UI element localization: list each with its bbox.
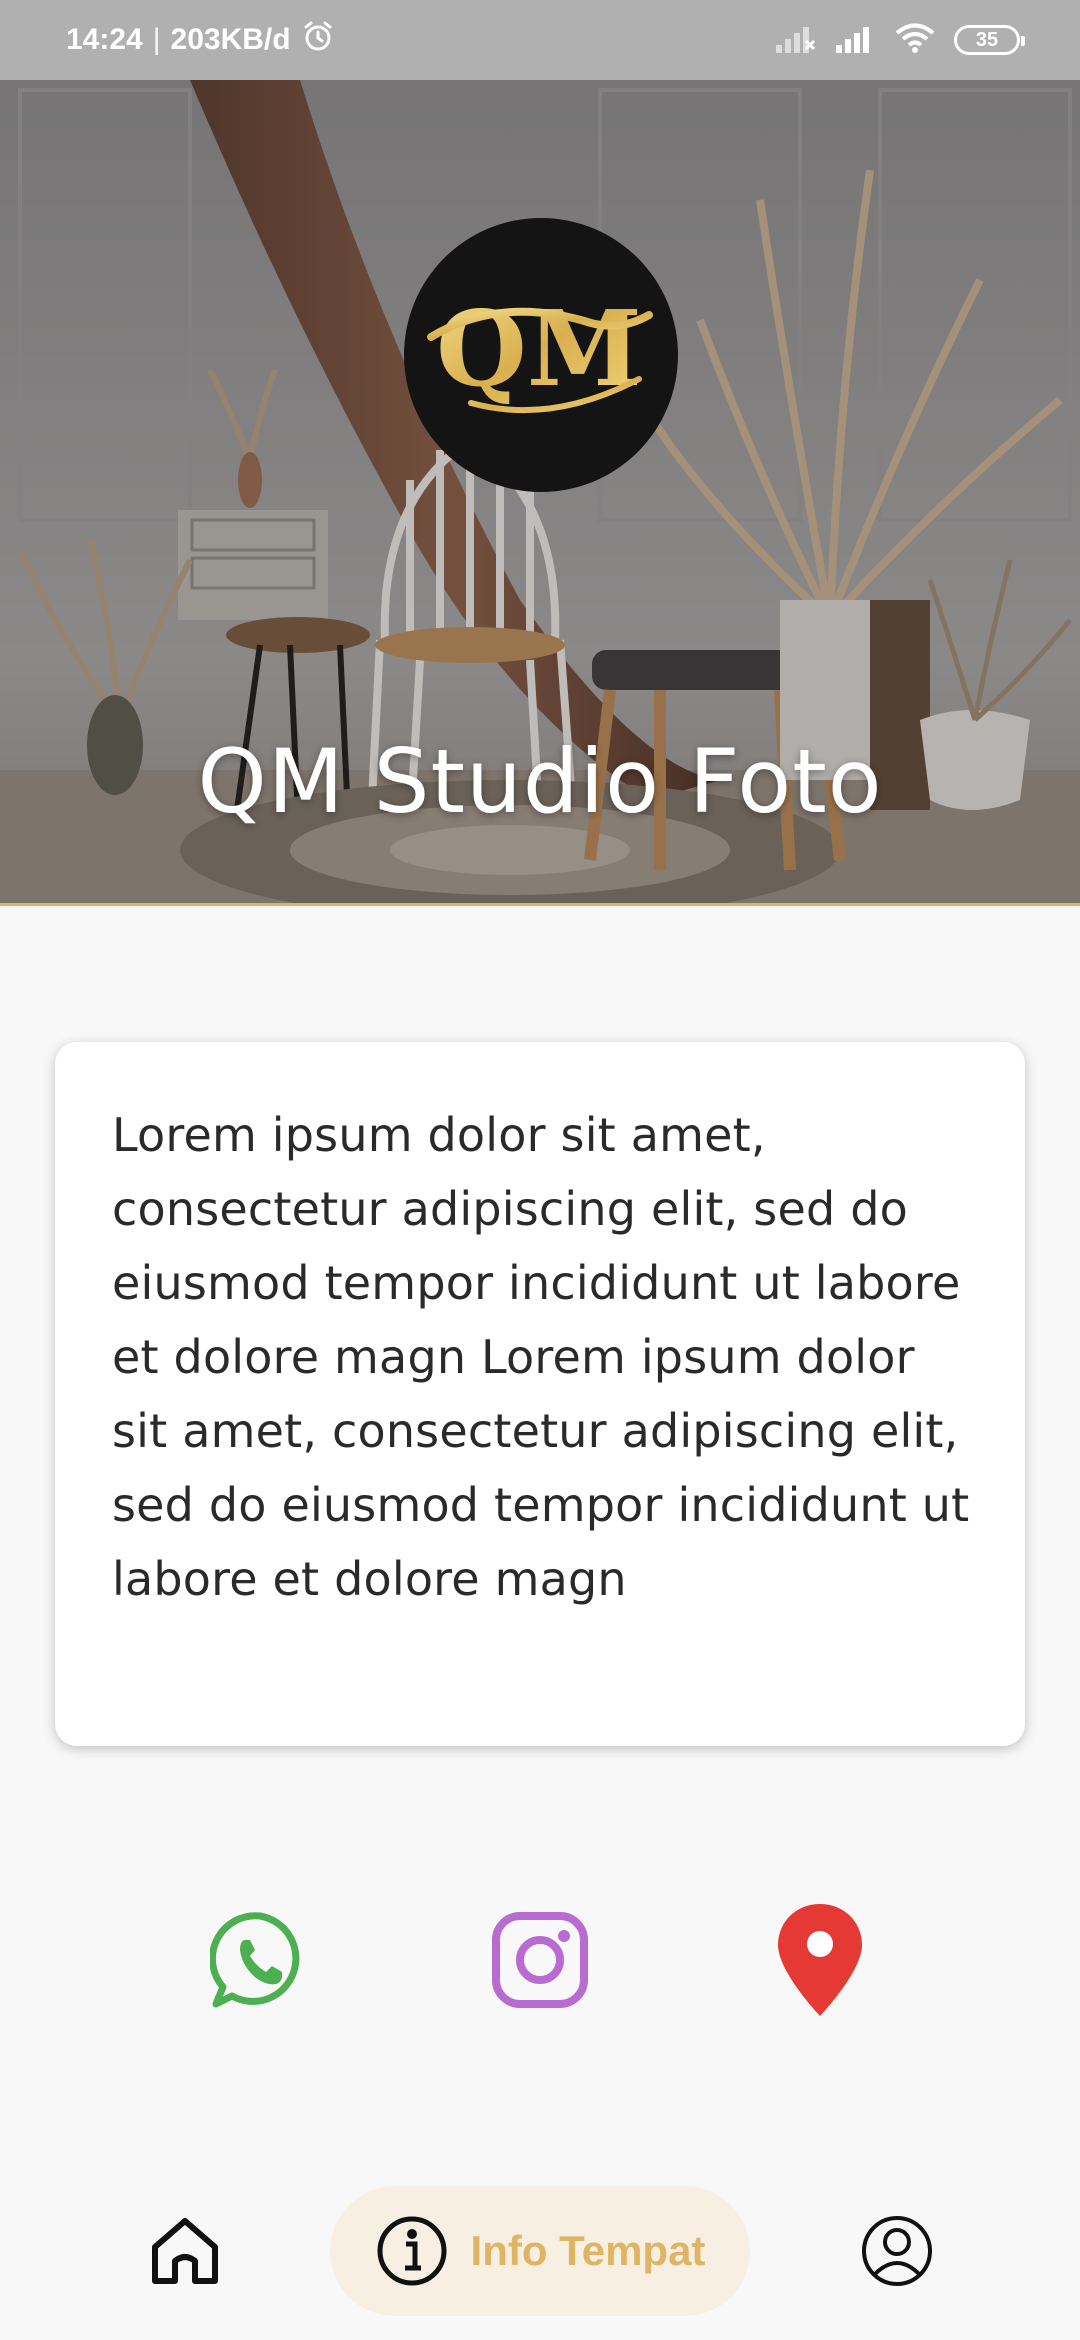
status-separator: |: [152, 23, 161, 56]
social-links-row: [0, 1904, 1080, 2016]
profile-icon: [862, 2216, 932, 2286]
info-icon: [377, 2216, 447, 2286]
battery-icon: 35: [954, 25, 1025, 55]
whatsapp-icon: [210, 1912, 300, 2008]
status-right: 35: [774, 22, 1025, 59]
alarm-icon: [301, 19, 335, 61]
nav-info-tempat[interactable]: Info Tempat: [330, 2186, 750, 2316]
signal-icon-sim2: [834, 23, 876, 58]
location-button[interactable]: [765, 1904, 875, 2016]
status-left: 14:24 | 203KB/d: [66, 19, 335, 61]
qm-logo-icon: QM: [427, 287, 653, 414]
studio-logo: QM: [404, 218, 678, 492]
instagram-icon: [492, 1912, 588, 2008]
location-pin-icon: [778, 1904, 862, 2016]
whatsapp-button[interactable]: [205, 1905, 315, 2015]
wifi-icon: [894, 22, 936, 59]
battery-level: 35: [975, 28, 999, 51]
description-card: Lorem ipsum dolor sit amet, consectetur …: [55, 1042, 1025, 1746]
nav-profile[interactable]: [842, 2186, 952, 2316]
status-time: 14:24: [66, 23, 143, 56]
home-icon: [152, 2218, 218, 2284]
status-data-rate: 203KB/d: [170, 23, 291, 56]
status-bar: 14:24 | 203KB/d 35: [0, 0, 1080, 80]
nav-info-label: Info Tempat: [470, 2227, 706, 2274]
hero-banner: QM QM Studio Foto: [0, 80, 1080, 906]
nav-home[interactable]: [130, 2186, 240, 2316]
description-text: Lorem ipsum dolor sit amet, consectetur …: [112, 1108, 970, 1606]
bottom-navigation: Info Tempat: [0, 2186, 1080, 2326]
signal-icon-sim1: [774, 23, 816, 58]
instagram-button[interactable]: [485, 1905, 595, 2015]
page-title: QM Studio Foto: [197, 730, 883, 833]
